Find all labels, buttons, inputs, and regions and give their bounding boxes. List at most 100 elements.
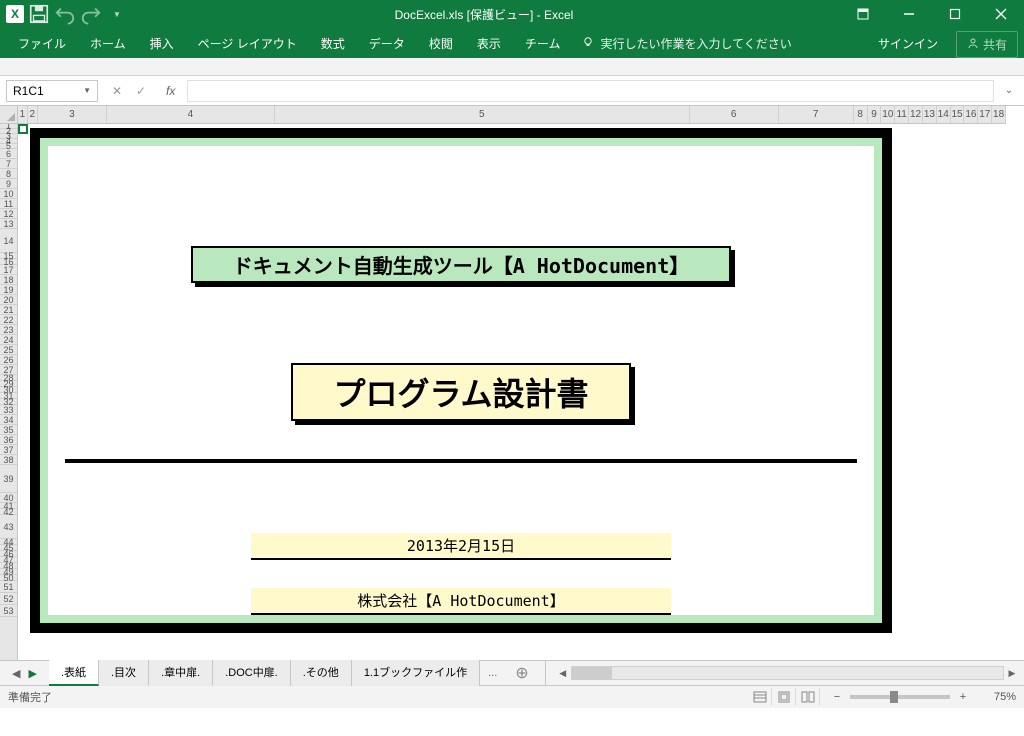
sheet-tab[interactable]: .目次 [99, 660, 149, 686]
row-header[interactable]: 22 [0, 315, 17, 325]
column-header[interactable]: 2 [28, 106, 38, 123]
expand-formula-bar-icon[interactable]: ⌄ [1000, 85, 1018, 96]
sheet-nav-arrows[interactable]: ◀ ▶ [0, 667, 49, 680]
sheet-nav-prev-icon[interactable]: ◀ [12, 667, 20, 680]
row-header[interactable]: 39 [0, 465, 17, 493]
row-header[interactable]: 26 [0, 355, 17, 365]
row-header[interactable]: 35 [0, 425, 17, 435]
row-header[interactable]: 9 [0, 179, 17, 189]
sheet-tabs-more[interactable]: ... [480, 667, 505, 679]
zoom-out-button[interactable]: − [830, 691, 844, 703]
tab-home[interactable]: ホーム [78, 29, 138, 58]
column-header[interactable]: 7 [779, 106, 854, 123]
tab-formulas[interactable]: 数式 [309, 29, 357, 58]
maximize-button[interactable] [932, 0, 978, 28]
row-header[interactable]: 21 [0, 305, 17, 315]
sheet-nav-next-icon[interactable]: ▶ [28, 667, 36, 680]
formula-input[interactable] [187, 80, 994, 102]
row-header[interactable]: 6 [0, 149, 17, 159]
hscroll-left-icon[interactable]: ◀ [555, 668, 571, 679]
tab-view[interactable]: 表示 [465, 29, 513, 58]
column-headers[interactable]: 123456789101112131415161718 [18, 106, 1006, 124]
row-header[interactable]: 37 [0, 445, 17, 455]
sheet-tab[interactable]: .章中扉. [149, 660, 213, 686]
row-header[interactable]: 36 [0, 435, 17, 445]
sheet-tab[interactable]: .DOC中扉. [213, 660, 291, 686]
view-normal-icon[interactable] [748, 688, 772, 706]
undo-icon[interactable] [54, 3, 76, 25]
hscroll-right-icon[interactable]: ▶ [1004, 668, 1020, 679]
row-headers[interactable]: 1234567891011121314151617181920212223242… [0, 106, 18, 660]
row-header[interactable]: 7 [0, 159, 17, 169]
row-header[interactable]: 17 [0, 265, 17, 275]
row-header[interactable]: 52 [0, 593, 17, 605]
row-header[interactable]: 20 [0, 295, 17, 305]
row-header[interactable]: 19 [0, 285, 17, 295]
hscroll-thumb[interactable] [572, 667, 612, 679]
row-header[interactable]: 12 [0, 209, 17, 219]
row-header[interactable]: 34 [0, 415, 17, 425]
column-header[interactable]: 17 [978, 106, 992, 123]
column-header[interactable]: 14 [937, 106, 951, 123]
zoom-slider-knob[interactable] [890, 691, 898, 703]
column-header[interactable]: 9 [868, 106, 882, 123]
redo-icon[interactable] [80, 3, 102, 25]
new-sheet-button[interactable]: ⊕ [505, 663, 538, 683]
row-header[interactable]: 10 [0, 189, 17, 199]
column-header[interactable]: 15 [951, 106, 965, 123]
name-box[interactable]: R1C1 ▼ [6, 80, 98, 102]
sheet-tab[interactable]: 1.1ブックファイル作 [352, 660, 480, 686]
cancel-icon[interactable]: ✕ [110, 84, 124, 98]
row-header[interactable]: 38 [0, 455, 17, 465]
hscroll-track[interactable] [571, 666, 1004, 680]
column-header[interactable]: 10 [881, 106, 895, 123]
row-header[interactable]: 25 [0, 345, 17, 355]
tell-me-search[interactable]: 実行したい作業を入力してください [572, 29, 801, 58]
column-header[interactable]: 5 [275, 106, 690, 123]
row-header[interactable]: 14 [0, 229, 17, 253]
save-icon[interactable] [28, 3, 50, 25]
horizontal-scrollbar[interactable]: ◀ ▶ [551, 666, 1024, 680]
close-button[interactable] [978, 0, 1024, 28]
signin-link[interactable]: サインイン [868, 29, 948, 58]
column-header[interactable]: 3 [38, 106, 107, 123]
column-header[interactable]: 6 [690, 106, 779, 123]
row-header[interactable]: 43 [0, 515, 17, 539]
zoom-in-button[interactable]: + [956, 691, 970, 703]
column-header[interactable]: 4 [107, 106, 275, 123]
chevron-down-icon[interactable]: ▼ [83, 86, 91, 95]
column-header[interactable]: 16 [964, 106, 978, 123]
select-all-corner[interactable] [0, 106, 18, 124]
sheet-tab[interactable]: .その他 [291, 660, 352, 686]
row-header[interactable]: 11 [0, 199, 17, 209]
tab-file[interactable]: ファイル [6, 29, 78, 58]
row-header[interactable]: 33 [0, 405, 17, 415]
row-header[interactable]: 13 [0, 219, 17, 229]
tab-team[interactable]: チーム [513, 29, 573, 58]
zoom-percent[interactable]: 75% [976, 691, 1016, 703]
tab-data[interactable]: データ [357, 29, 417, 58]
column-header[interactable]: 8 [854, 106, 868, 123]
row-header[interactable]: 18 [0, 275, 17, 285]
share-button[interactable]: 共有 [956, 31, 1018, 58]
tab-review[interactable]: 校閲 [417, 29, 465, 58]
column-header[interactable]: 11 [895, 106, 909, 123]
tab-pagelayout[interactable]: ページ レイアウト [186, 29, 309, 58]
view-pagelayout-icon[interactable] [772, 688, 796, 706]
view-pagebreak-icon[interactable] [796, 688, 820, 706]
row-header[interactable]: 8 [0, 169, 17, 179]
ribbon-display-options-icon[interactable] [840, 0, 886, 28]
column-header[interactable]: 13 [923, 106, 937, 123]
row-header[interactable]: 24 [0, 335, 17, 345]
column-header[interactable]: 12 [909, 106, 923, 123]
qat-customize-icon[interactable]: ▼ [106, 3, 128, 25]
row-header[interactable]: 23 [0, 325, 17, 335]
row-header[interactable]: 53 [0, 605, 17, 617]
insert-function-icon[interactable]: fx [160, 84, 181, 98]
column-header[interactable]: 1 [18, 106, 28, 123]
zoom-slider[interactable] [850, 695, 950, 699]
tab-insert[interactable]: 挿入 [138, 29, 186, 58]
column-header[interactable]: 18 [992, 106, 1006, 123]
sheet-tab[interactable]: .表紙 [49, 660, 99, 686]
row-header[interactable]: 51 [0, 581, 17, 593]
